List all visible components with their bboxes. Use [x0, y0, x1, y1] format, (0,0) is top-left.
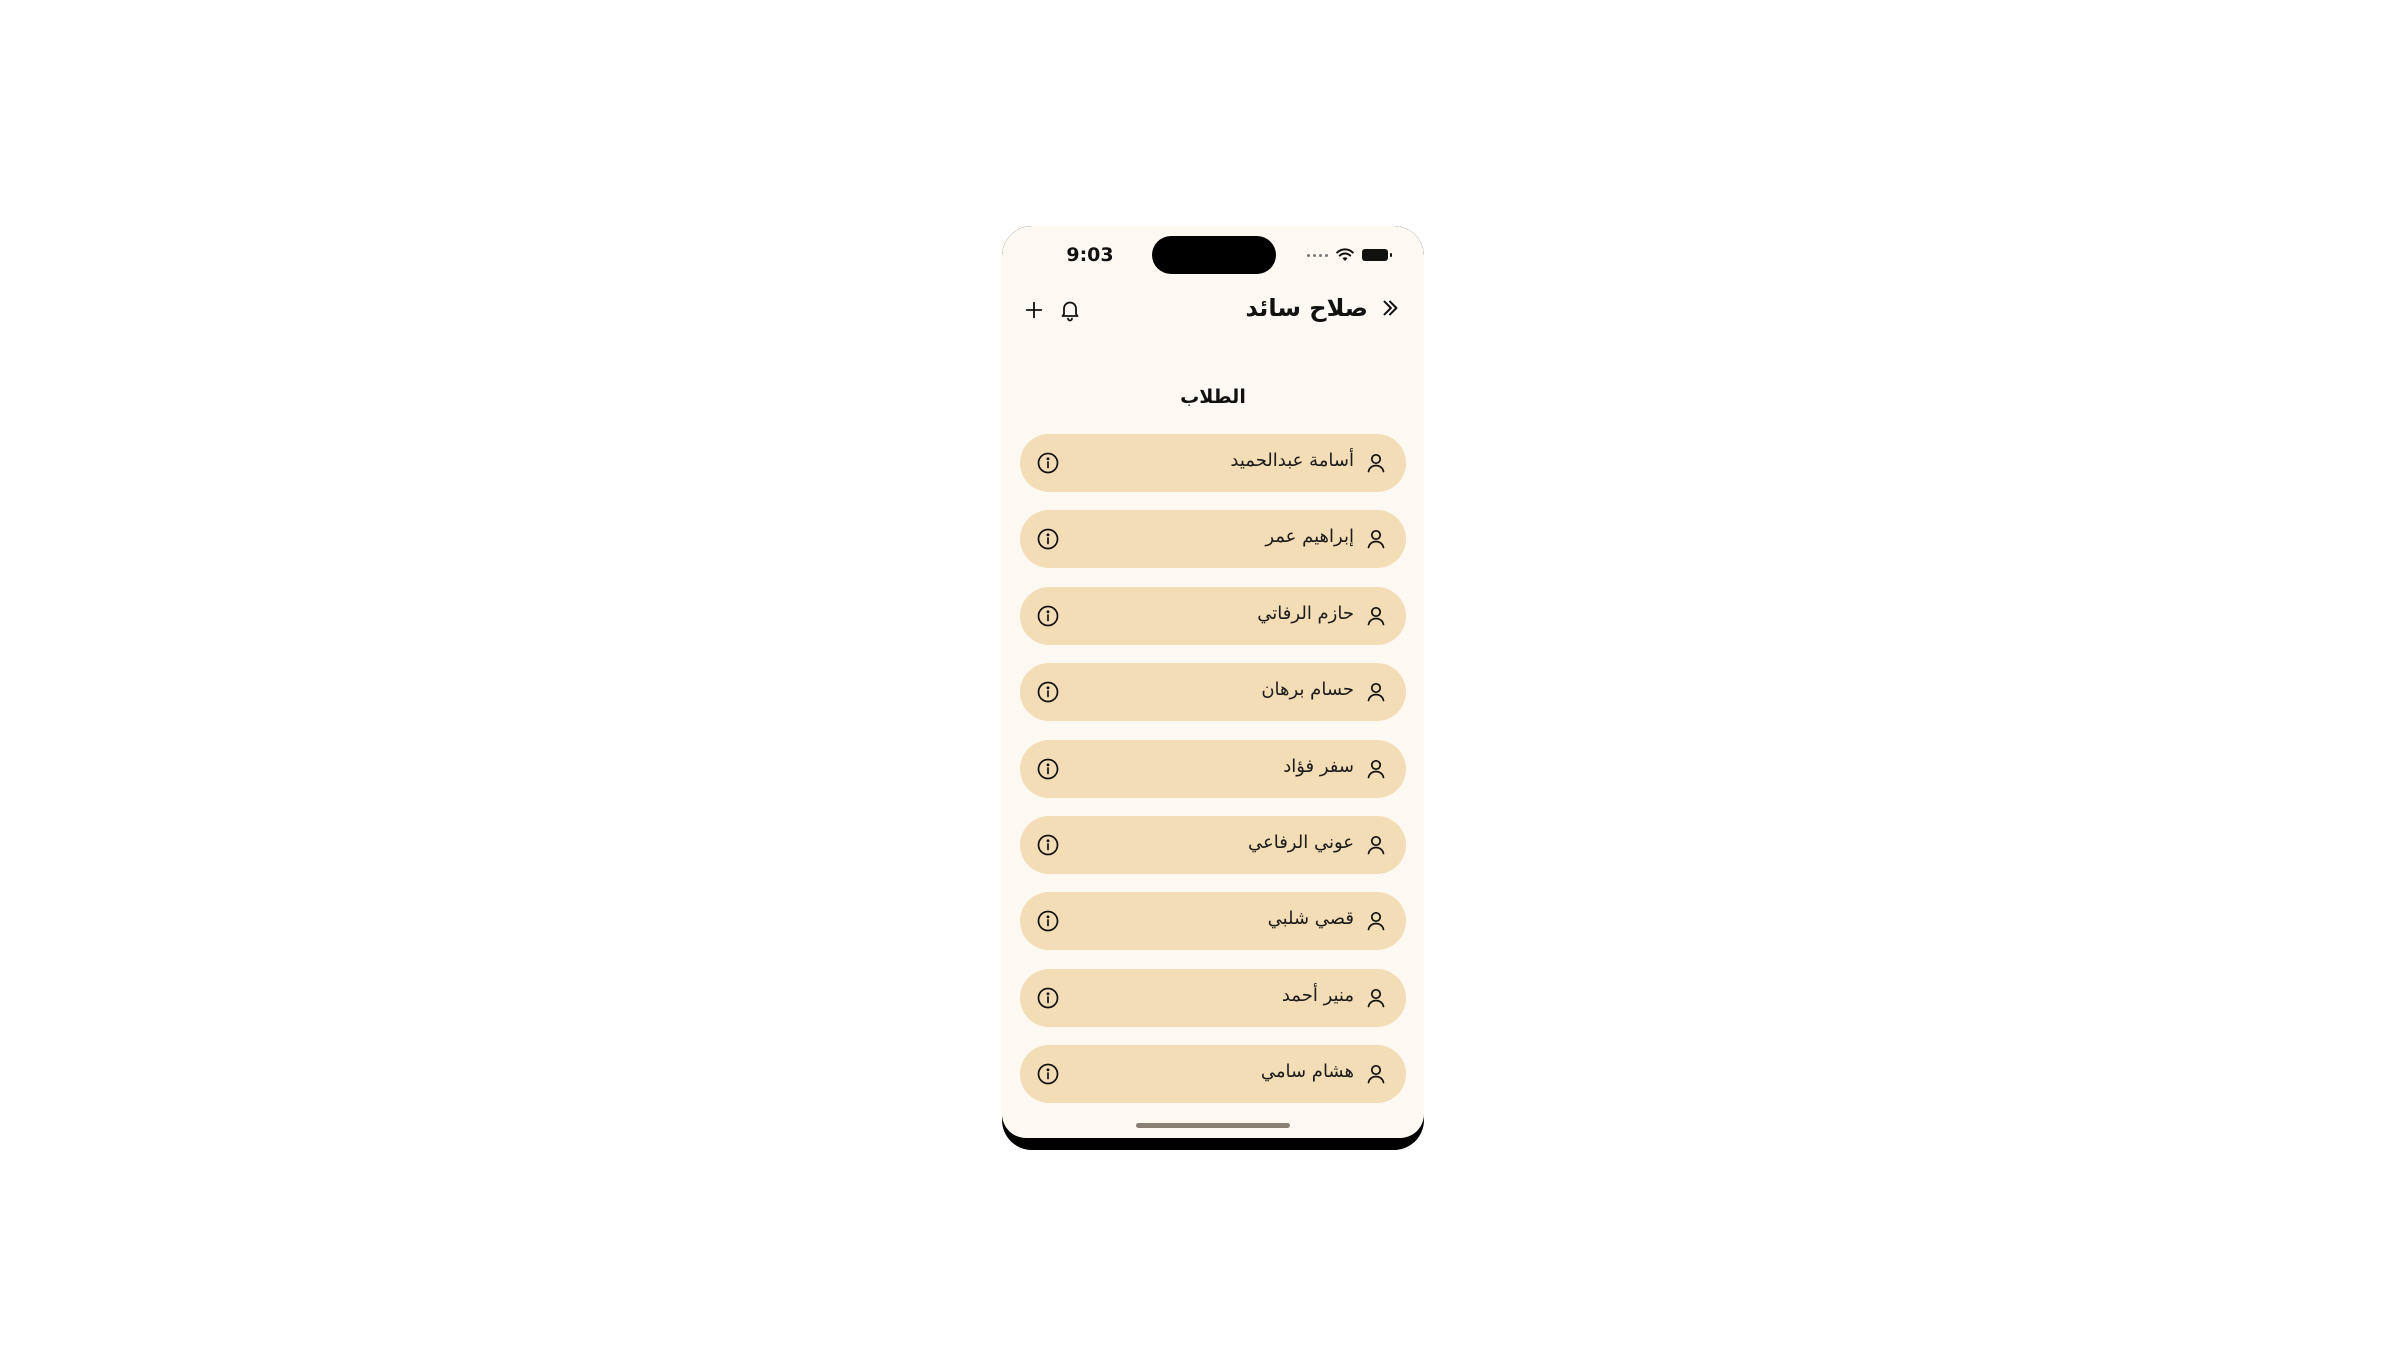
info-icon[interactable] — [1036, 604, 1060, 628]
status-time: 9:03 — [1066, 244, 1114, 266]
phone-frame: 9:03 صلاح سائد الطلاب أسامة عبدالحميد إب… — [1002, 226, 1424, 1150]
battery-icon — [1362, 249, 1392, 261]
chevrons-right-icon[interactable] — [1376, 294, 1404, 322]
plus-icon[interactable] — [1020, 296, 1048, 324]
section-title: الطلاب — [1180, 386, 1246, 408]
app-screen: 9:03 صلاح سائد الطلاب أسامة عبدالحميد إب… — [1002, 226, 1424, 1138]
dynamic-island — [1152, 236, 1276, 274]
user-icon — [1367, 1065, 1385, 1084]
student-list-item[interactable]: سفر فؤاد — [1020, 739, 1406, 798]
info-icon[interactable] — [1036, 986, 1060, 1010]
student-name: إبراهيم عمر — [1265, 526, 1354, 548]
student-list-item[interactable]: إبراهيم عمر — [1020, 510, 1406, 569]
page-title: صلاح سائد — [1245, 294, 1368, 322]
student-name: حازم الرفاتي — [1257, 602, 1354, 624]
student-list-item[interactable]: قصي شلبي — [1020, 892, 1406, 951]
home-indicator[interactable] — [1136, 1123, 1290, 1128]
info-icon[interactable] — [1036, 680, 1060, 704]
wifi-icon — [1336, 248, 1354, 261]
user-icon — [1367, 453, 1385, 473]
info-icon[interactable] — [1036, 833, 1060, 857]
info-icon[interactable] — [1036, 451, 1060, 475]
student-list: أسامة عبدالحميد إبراهيم عمر حازم الرفاتي… — [1020, 434, 1406, 1122]
info-icon[interactable] — [1036, 527, 1060, 551]
app-header: صلاح سائد — [1002, 286, 1424, 346]
user-icon — [1367, 606, 1385, 626]
student-name: سفر فؤاد — [1283, 755, 1354, 777]
student-list-item[interactable]: حازم الرفاتي — [1020, 586, 1406, 645]
info-icon[interactable] — [1036, 909, 1060, 933]
status-bar: 9:03 — [1002, 226, 1424, 286]
student-name: منير أحمد — [1281, 984, 1354, 1006]
user-icon — [1367, 988, 1385, 1008]
bell-icon[interactable] — [1056, 296, 1084, 324]
student-list-item[interactable]: منير أحمد — [1020, 968, 1406, 1027]
user-icon — [1367, 530, 1385, 549]
info-icon[interactable] — [1036, 1062, 1060, 1086]
header-title-group: صلاح سائد — [1245, 294, 1404, 322]
student-list-item[interactable]: هشام سامي — [1020, 1045, 1406, 1104]
student-list-item[interactable]: أسامة عبدالحميد — [1020, 434, 1406, 492]
user-icon — [1367, 835, 1385, 855]
cellular-signal-icon — [1307, 253, 1328, 257]
student-list-item[interactable]: عوني الرفاعي — [1020, 815, 1406, 874]
user-icon — [1367, 912, 1385, 931]
header-actions — [1020, 296, 1084, 324]
user-icon — [1367, 759, 1385, 778]
student-name: هشام سامي — [1260, 1061, 1354, 1083]
student-list-item[interactable]: حسام برهان — [1020, 663, 1406, 722]
student-name: قصي شلبي — [1267, 908, 1354, 930]
user-icon — [1367, 683, 1385, 702]
student-name: عوني الرفاعي — [1247, 831, 1354, 853]
student-name: حسام برهان — [1261, 679, 1354, 701]
status-icons — [1307, 246, 1392, 264]
student-name: أسامة عبدالحميد — [1230, 450, 1354, 471]
info-icon[interactable] — [1036, 757, 1060, 781]
